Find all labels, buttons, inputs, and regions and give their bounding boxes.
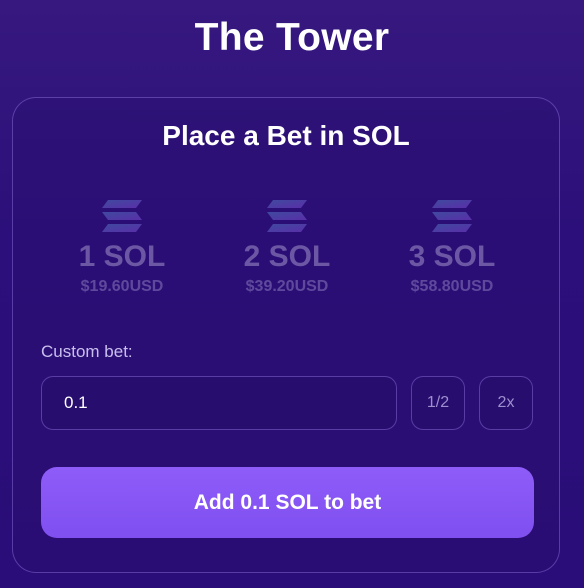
solana-icon bbox=[267, 200, 307, 232]
card-title: Place a Bet in SOL bbox=[162, 120, 410, 151]
add-to-bet-button[interactable]: Add 0.1 SOL to bet bbox=[41, 467, 534, 538]
preset-2-sol[interactable]: 2 SOL $39.20USD bbox=[212, 198, 362, 296]
solana-icon bbox=[432, 200, 472, 232]
solana-icon bbox=[102, 200, 142, 232]
preset-usd: $39.20USD bbox=[245, 278, 329, 295]
preset-amount: 2 SOL bbox=[243, 240, 331, 273]
preset-amount: 1 SOL bbox=[78, 240, 166, 273]
half-bet-button[interactable]: 1/2 bbox=[411, 376, 465, 430]
app-title: The Tower bbox=[194, 16, 390, 59]
bet-card: Place a Bet in SOL 1 SOL $19.60USD 2 SOL… bbox=[12, 97, 560, 573]
preset-usd: $58.80USD bbox=[410, 278, 494, 295]
custom-bet-label: Custom bet: bbox=[41, 342, 133, 361]
preset-3-sol[interactable]: 3 SOL $58.80USD bbox=[377, 198, 527, 296]
double-bet-button[interactable]: 2x bbox=[479, 376, 533, 430]
preset-1-sol[interactable]: 1 SOL $19.60USD bbox=[47, 198, 197, 296]
preset-usd: $19.60USD bbox=[80, 278, 164, 295]
preset-amount: 3 SOL bbox=[408, 240, 496, 273]
custom-bet-input[interactable] bbox=[41, 376, 397, 430]
